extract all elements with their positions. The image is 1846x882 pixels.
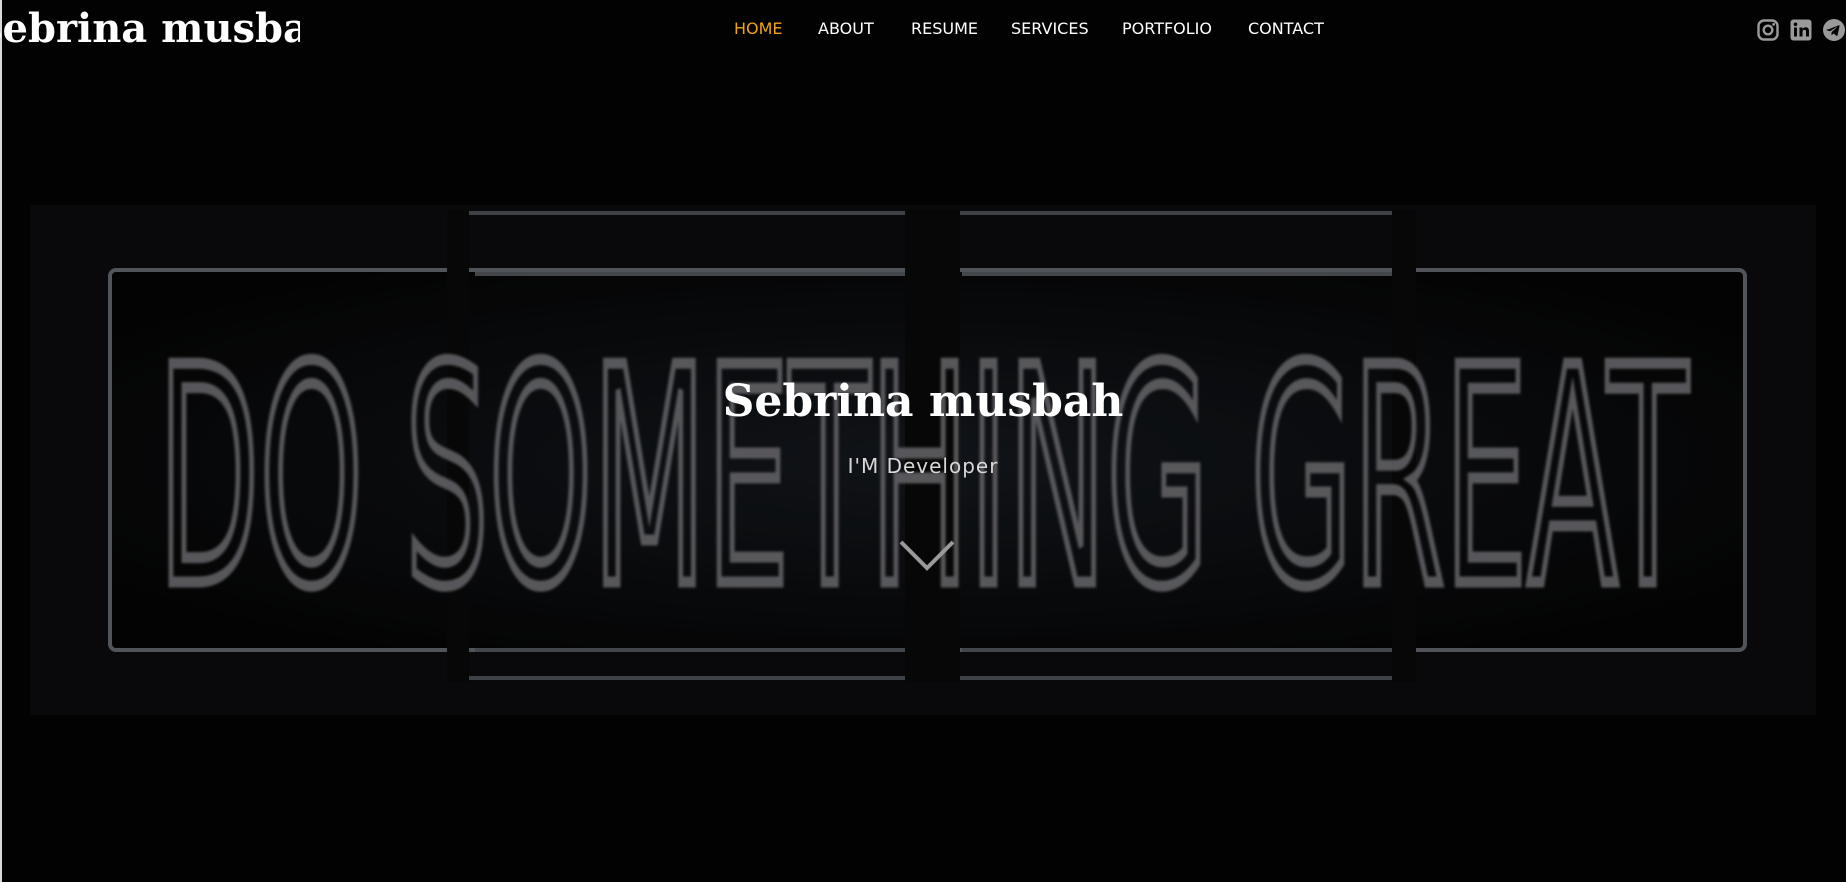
hero-background-image: DO SOMETHING GREAT [0,0,1846,882]
nav-resume[interactable]: RESUME [911,19,978,38]
hero-title: Sebrina musbah [722,376,1124,427]
left-edge-divider [0,0,2,882]
page: DO SOMETHING GREAT sebrina musbah HOME A… [0,0,1846,882]
chevron-down-icon[interactable] [897,538,957,574]
main-nav: HOME ABOUT RESUME SERVICES PORTFOLIO CON… [0,19,1846,43]
nav-portfolio[interactable]: PORTFOLIO [1122,19,1212,38]
nav-home[interactable]: HOME [734,19,783,38]
hero-subtitle: I'M Developer [847,454,999,478]
nav-about[interactable]: ABOUT [818,19,874,38]
instagram-icon[interactable] [1756,18,1780,42]
linkedin-icon[interactable] [1789,18,1813,42]
telegram-icon[interactable] [1822,18,1846,42]
nav-contact[interactable]: CONTACT [1248,19,1324,38]
nav-services[interactable]: SERVICES [1011,19,1089,38]
